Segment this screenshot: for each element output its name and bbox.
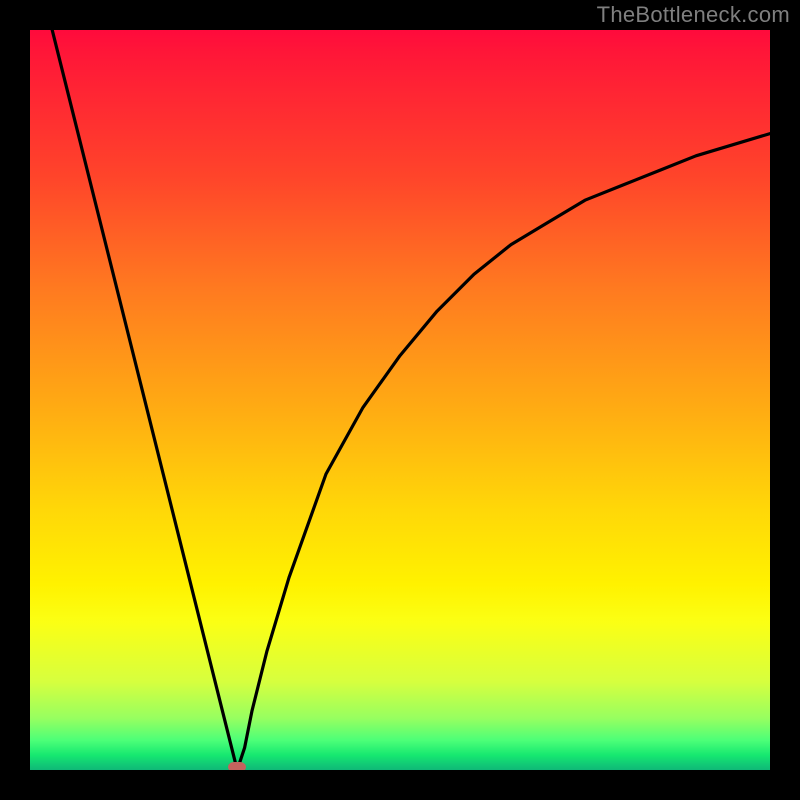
watermark-text: TheBottleneck.com (597, 2, 790, 28)
chart-frame: TheBottleneck.com (0, 0, 800, 800)
bottleneck-curve (30, 30, 770, 770)
plot-area (30, 30, 770, 770)
minimum-marker (228, 762, 246, 770)
